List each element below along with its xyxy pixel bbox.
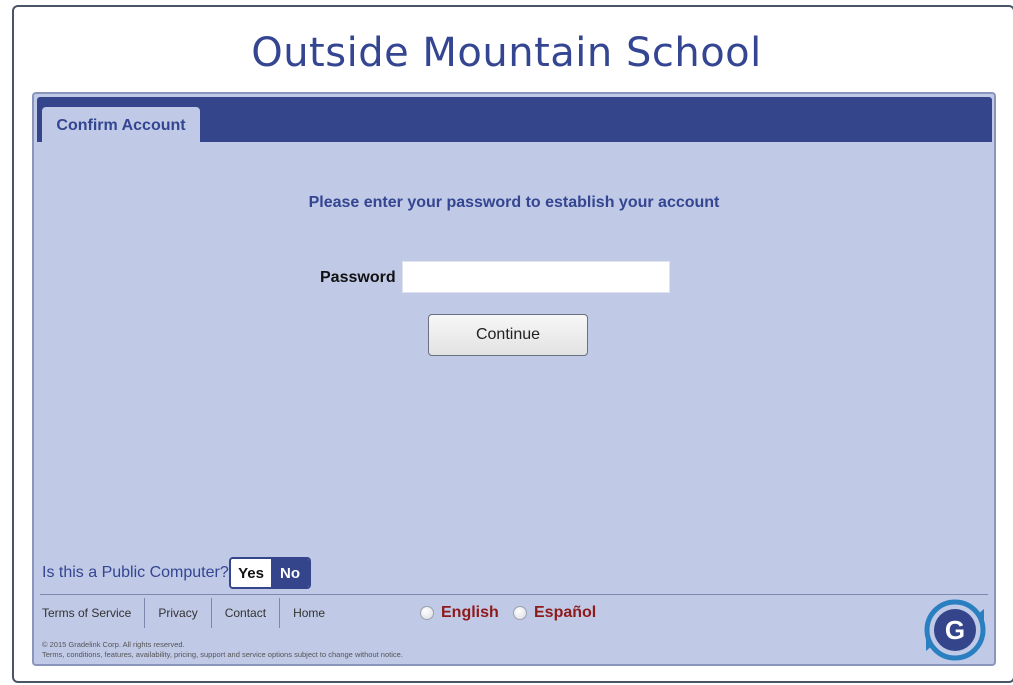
footer-links: Terms of Service Privacy Contact Home: [42, 598, 338, 628]
english-radio[interactable]: [420, 606, 434, 620]
language-option-english[interactable]: English: [420, 604, 499, 622]
espanol-radio[interactable]: [513, 606, 527, 620]
password-label: Password: [320, 269, 396, 286]
home-link[interactable]: Home: [279, 598, 338, 628]
school-title: Outside Mountain School: [251, 30, 762, 76]
copyright-line-2: Terms, conditions, features, availabilit…: [42, 650, 403, 659]
copyright-text: © 2015 Gradelink Corp. All rights reserv…: [42, 640, 403, 660]
continue-button[interactable]: Continue: [428, 314, 588, 356]
main-panel: Confirm Account Please enter your passwo…: [32, 92, 996, 666]
instruction-text: Please enter your password to establish …: [308, 194, 720, 211]
english-label[interactable]: English: [441, 604, 499, 622]
tab-bar: Confirm Account: [37, 97, 992, 144]
footer-divider: [40, 594, 988, 595]
contact-link[interactable]: Contact: [210, 598, 279, 628]
public-computer-toggle[interactable]: Yes No: [229, 557, 311, 589]
copyright-line-1: © 2015 Gradelink Corp. All rights reserv…: [42, 640, 185, 649]
public-computer-yes-button[interactable]: Yes: [231, 559, 271, 587]
espanol-label[interactable]: Español: [534, 604, 596, 622]
terms-of-service-link[interactable]: Terms of Service: [42, 598, 144, 628]
public-computer-no-button[interactable]: No: [271, 559, 309, 587]
tab-confirm-account[interactable]: Confirm Account: [42, 107, 200, 144]
password-input[interactable]: [402, 261, 670, 293]
language-option-espanol[interactable]: Español: [513, 604, 596, 622]
logo-letter: G: [945, 615, 965, 645]
public-computer-question: Is this a Public Computer?: [42, 564, 229, 581]
privacy-link[interactable]: Privacy: [144, 598, 210, 628]
gradelink-logo-icon: G: [924, 599, 986, 661]
